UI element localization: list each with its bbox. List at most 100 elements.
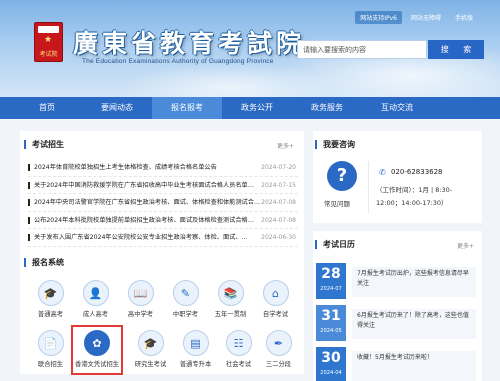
calendar-day: 28	[321, 266, 341, 282]
news-title[interactable]: 关于2024年中国消防救援学院在广东省招收高中毕业生考核面试合格人员名单…	[34, 177, 262, 194]
question-icon[interactable]: ?	[327, 161, 357, 191]
news-title[interactable]: 公布2024年本科批院校单独提前单招招生政治考核、面试及体格检查测试合格…	[34, 212, 262, 229]
news-date: 2024-06-30	[261, 234, 296, 241]
site-logo[interactable]: ★ 考试院	[34, 22, 63, 62]
list-marker	[28, 234, 30, 241]
exam-item-label: 社会考试	[225, 361, 252, 368]
calendar-item[interactable]: 28 2024-07 7月报生考试历出炉，这些报考信息请尽早关注	[316, 263, 476, 301]
calendar-date-badge: 28 2024-07	[316, 263, 346, 299]
list-marker	[28, 164, 30, 171]
consult-hours: 12:00；14:00-17:30）	[376, 199, 448, 207]
exam-enroll-title: 考试招生	[24, 140, 64, 149]
news-date: 2024-07-08	[261, 216, 296, 224]
search-input[interactable]: 请输入要搜索的内容	[297, 40, 427, 59]
calendar-date-badge: 30 2024-04	[316, 347, 346, 381]
calendar-list: 28 2024-07 7月报生考试历出炉，这些报考信息请尽早关注 31 2024…	[316, 263, 476, 381]
search-button[interactable]: 搜 索	[428, 40, 484, 59]
accessibility-link[interactable]: 网站无障碍	[406, 11, 446, 24]
list-item[interactable]: 2024年中央司法警官学院在广东省招生政治考核、面试、体格检查和体能测试合… 2…	[28, 194, 298, 212]
news-title[interactable]: 2024年中央司法警官学院在广东省招生政治考核、面试、体格检查和体能测试合…	[34, 194, 262, 211]
books-icon: 📚	[217, 280, 244, 306]
bauhinia-icon: ✿	[84, 330, 110, 356]
news-list: 2024年体育院校单独招生上考生体格检查、成绩考核合格名单公告 2024-07-…	[28, 159, 298, 247]
calendar-panel: 考试日历 更多+ 28 2024-07 7月报生考试历出炉，这些报考信息请尽早关…	[313, 231, 482, 381]
calendar-month: 2024-04	[320, 370, 342, 376]
desk-icon: ⌂	[262, 280, 289, 306]
exam-item-label: 普通专升本	[179, 361, 212, 368]
nav-item-gov-services[interactable]: 政务服务	[292, 97, 362, 119]
faq-link[interactable]: 常见问题	[324, 198, 350, 208]
list-item[interactable]: 关于发布入围广东省2024年公安院校公安专业招生政治考察、体检、面试、… 202…	[28, 229, 298, 247]
book-icon: 📖	[127, 280, 154, 306]
registration-title: 报名系统	[24, 258, 64, 267]
header-banner: ★ 考试院 廣東省教育考試院 The Education Examination…	[0, 0, 500, 97]
list-item[interactable]: 公布2024年本科批院校单独提前单招招生政治考核、面试及体格检查测试合格… 20…	[28, 212, 298, 229]
exam-item-label: 自学考试	[262, 311, 289, 318]
consult-phone: 020-62833628	[391, 168, 443, 176]
mobile-link[interactable]: 手机版	[450, 11, 478, 24]
calendar-item[interactable]: 31 2024-05 6月报生考试历来了！除了高考，这些也值得关注	[316, 305, 476, 343]
exam-item-label: 高中学考	[127, 311, 154, 318]
exam-item-label: 五年一贯制	[214, 311, 247, 318]
clipboard-icon: ☷	[225, 330, 252, 356]
person-icon: 👤	[82, 280, 109, 306]
document-icon: 📄	[37, 330, 64, 356]
exam-item-joint[interactable]: 📄 联合招生	[28, 327, 73, 373]
calendar-text[interactable]: 7月报生考试历出炉，这些报考信息请尽早关注	[352, 267, 476, 297]
divider	[368, 161, 369, 213]
news-date: 2024-07-08	[261, 199, 296, 206]
phone-icon: ✆	[379, 168, 386, 177]
consult-title: 我要咨询	[315, 140, 355, 149]
logo-star-icon: ★	[44, 35, 53, 45]
news-title[interactable]: 2024年体育院校单独招生上考生体格检查、成绩考核合格名单公告	[34, 159, 262, 176]
exam-item-postgraduate[interactable]: 🎓 研究生考试	[128, 327, 173, 373]
calendar-month: 2024-05	[320, 328, 342, 334]
calendar-month: 2024-07	[320, 286, 342, 292]
exam-item-high-school[interactable]: 📖 高中学考	[118, 277, 163, 323]
site-subtitle: The Education Examinations Authority of …	[82, 58, 274, 65]
exam-item-label: 联合招生	[37, 361, 64, 368]
calendar-item[interactable]: 30 2024-04 收藏！5月报生考试历来啦！	[316, 347, 476, 381]
exam-item-upgrade[interactable]: ▤ 普通专升本	[173, 327, 218, 373]
exam-item-label: 研究生考试	[134, 361, 167, 368]
list-item[interactable]: 2024年体育院校单独招生上考生体格检查、成绩考核合格名单公告 2024-07-…	[28, 159, 298, 177]
consult-hours: （工作时间）：1月 | 8:30-	[376, 186, 453, 194]
exam-enroll-panel: 考试招生 更多+ 2024年体育院校单独招生上考生体格检查、成绩考核合格名单公告…	[20, 131, 304, 375]
ipv6-link[interactable]: 网站支持IPv6	[355, 11, 402, 24]
news-title[interactable]: 关于发布入围广东省2024年公安院校公安专业招生政治考察、体检、面试、…	[34, 229, 262, 246]
calendar-day: 31	[321, 308, 341, 324]
nav-item-home[interactable]: 首页	[12, 97, 82, 119]
news-date: 2024-07-15	[261, 181, 296, 189]
list-item[interactable]: 关于2024年中国消防救援学院在广东省招收高中毕业生考核面试合格人员名单… 20…	[28, 177, 298, 194]
exam-item-adult[interactable]: 👤 成人高考	[73, 277, 118, 323]
nav-item-gov-info[interactable]: 政务公开	[222, 97, 292, 119]
pencil-icon: ✎	[172, 280, 199, 306]
exam-enroll-more-link[interactable]: 更多+	[277, 141, 294, 150]
exam-item-gaokao[interactable]: 🎓 普通高考	[28, 277, 73, 323]
calendar-date-badge: 31 2024-05	[316, 305, 346, 341]
exam-item-label: 普通高考	[37, 311, 64, 318]
exam-item-label: 香港文凭试招生	[74, 361, 120, 368]
calendar-title: 考试日历	[315, 240, 355, 249]
graduation-cap-icon: 🎓	[37, 280, 64, 306]
exam-item-self-study[interactable]: ⌂ 自学考试	[253, 277, 298, 323]
open-book-icon: ▤	[182, 330, 209, 356]
mortarboard-icon: 🎓	[137, 330, 164, 356]
exam-item-social[interactable]: ☷ 社会考试	[216, 327, 261, 373]
calendar-text[interactable]: 6月报生考试历来了！除了高考，这些也值得关注	[352, 309, 476, 339]
list-marker	[28, 181, 30, 189]
news-date: 2024-07-20	[261, 164, 296, 171]
main-nav: 首页 要闻动态 报名报考 政务公开 政务服务 互动交流	[0, 97, 500, 119]
exam-item-vocational[interactable]: ✎ 中职学考	[163, 277, 208, 323]
exam-item-three-two[interactable]: ✒ 三二分段	[256, 327, 301, 373]
nav-item-news[interactable]: 要闻动态	[82, 97, 152, 119]
nav-item-registration[interactable]: 报名报考	[152, 97, 222, 119]
list-marker	[28, 216, 30, 224]
exam-item-hkdse[interactable]: ✿ 香港文凭试招生	[71, 325, 123, 375]
calendar-text[interactable]: 收藏！5月报生考试历来啦！	[352, 351, 476, 381]
exam-item-five-year[interactable]: 📚 五年一贯制	[208, 277, 253, 323]
logo-building-icon	[38, 26, 59, 33]
calendar-more-link[interactable]: 更多+	[457, 241, 474, 250]
list-marker	[28, 199, 30, 206]
nav-item-interaction[interactable]: 互动交流	[362, 97, 432, 119]
